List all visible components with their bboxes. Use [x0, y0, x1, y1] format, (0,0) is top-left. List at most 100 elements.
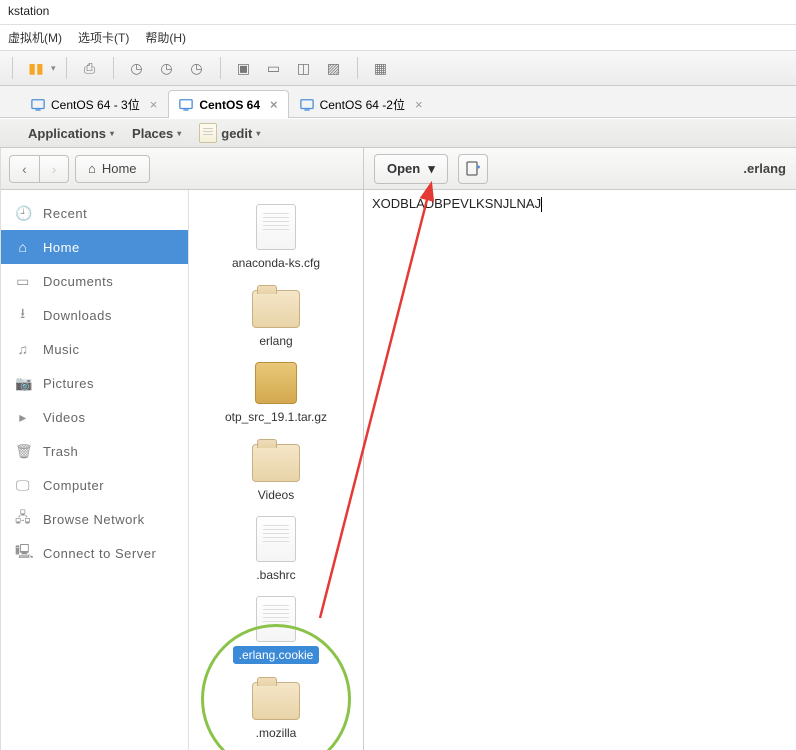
- nautilus-toolbar: ‹ › ⌂ Home: [1, 148, 363, 190]
- sidebar-icon: 🖵: [15, 477, 31, 494]
- editor-content[interactable]: XODBLADBPEVLKSNJLNAJ: [364, 190, 796, 750]
- sidebar-icon: ▭: [15, 273, 31, 290]
- file-item[interactable]: .bashrc: [250, 516, 301, 584]
- file-label: anaconda-ks.cfg: [226, 254, 326, 272]
- tab-centos-active[interactable]: CentOS 64 ×: [168, 90, 288, 118]
- file-label: erlang: [253, 332, 298, 350]
- library-icon[interactable]: ▦: [368, 55, 394, 81]
- vm-menu-bar: 虚拟机(M) 选项卡(T) 帮助(H): [0, 24, 796, 50]
- open-label: Open: [387, 161, 420, 176]
- sidebar-icon: 🖧: [15, 507, 31, 531]
- sidebar-item-videos[interactable]: ▸ Videos: [1, 400, 188, 434]
- places-menu[interactable]: Places▾: [132, 126, 181, 141]
- gnome-top-bar: Applications▾ Places▾ gedit▾: [0, 118, 796, 148]
- clock-settings-icon[interactable]: ◷: [184, 55, 210, 81]
- sidebar-item-computer[interactable]: 🖵 Computer: [1, 468, 188, 502]
- home-icon: ⌂: [88, 161, 96, 176]
- sidebar-item-label: Home: [43, 240, 80, 255]
- folder-icon: [252, 290, 300, 328]
- vm-icon: [300, 98, 314, 112]
- menu-vm[interactable]: 虚拟机(M): [8, 29, 62, 46]
- sidebar-item-label: Trash: [43, 444, 78, 459]
- sidebar-item-label: Computer: [43, 478, 104, 493]
- tab-label: CentOS 64: [199, 98, 260, 112]
- sidebar-item-label: Music: [43, 342, 79, 357]
- fit-window-icon[interactable]: ▣: [231, 55, 257, 81]
- sidebar-item-label: Documents: [43, 274, 113, 289]
- sidebar-icon: ▸: [15, 409, 31, 426]
- close-icon[interactable]: ×: [270, 97, 278, 112]
- document-icon: [256, 596, 296, 642]
- snapshot-icon[interactable]: ⎙: [77, 55, 103, 81]
- file-label: .mozilla: [250, 724, 303, 742]
- sidebar-icon: 🖳: [15, 541, 31, 565]
- sidebar-item-trash[interactable]: 🗑 Trash: [1, 434, 188, 468]
- sidebar-item-label: Pictures: [43, 376, 94, 391]
- file-grid[interactable]: anaconda-ks.cfg erlang otp_src_19.1.tar.gz…: [189, 190, 363, 750]
- file-label: Videos: [252, 486, 300, 504]
- vm-toolbar: ▮▮▾ ⎙ ◷ ◷ ◷ ▣ ▭ ◫ ▨ ▦: [0, 50, 796, 86]
- file-label: .bashrc: [250, 566, 301, 584]
- sidebar-item-music[interactable]: ♫ Music: [1, 332, 188, 366]
- clock2-icon[interactable]: ◷: [154, 55, 180, 81]
- file-item[interactable]: .erlang.cookie: [233, 596, 320, 664]
- sidebar-icon: 🕘: [15, 205, 31, 222]
- pause-icon[interactable]: ▮▮: [23, 55, 49, 81]
- close-icon[interactable]: ×: [415, 97, 423, 112]
- folder-icon: [252, 444, 300, 482]
- folder-icon: [252, 682, 300, 720]
- vm-icon: [179, 98, 193, 112]
- sidebar-icon: ⭳: [15, 303, 31, 327]
- forward-button[interactable]: ›: [39, 155, 69, 183]
- vm-icon: [31, 98, 45, 112]
- gedit-window: Open ▾ .erlang XODBLADBPEVLKSNJLNAJ: [364, 148, 796, 750]
- sidebar-item-label: Connect to Server: [43, 546, 156, 561]
- path-home-button[interactable]: ⌂ Home: [75, 155, 150, 183]
- view-icon[interactable]: ▨: [321, 55, 347, 81]
- window-title: kstation: [0, 0, 796, 24]
- file-item[interactable]: otp_src_19.1.tar.gz: [219, 362, 333, 426]
- sidebar-icon: 🗑: [15, 443, 31, 460]
- file-item[interactable]: .mozilla: [250, 676, 303, 742]
- sidebar-item-label: Browse Network: [43, 512, 145, 527]
- unity-icon[interactable]: ◫: [291, 55, 317, 81]
- sidebar-item-recent[interactable]: 🕘 Recent: [1, 196, 188, 230]
- new-doc-button[interactable]: [458, 154, 488, 184]
- vm-tabs: CentOS 64 - 3位 × CentOS 64 × CentOS 64 -…: [0, 86, 796, 118]
- applications-menu[interactable]: Applications▾: [28, 126, 114, 141]
- sidebar-item-pictures[interactable]: 📷Pictures: [1, 366, 188, 400]
- tab-centos-2[interactable]: CentOS 64 -2位 ×: [289, 90, 434, 118]
- sidebar-item-label: Recent: [43, 206, 87, 221]
- sidebar-icon: ♫: [15, 341, 31, 357]
- sidebar-item-label: Videos: [43, 410, 86, 425]
- file-item[interactable]: Videos: [252, 438, 300, 504]
- fullscreen-icon[interactable]: ▭: [261, 55, 287, 81]
- gedit-app-menu[interactable]: gedit▾: [199, 123, 260, 143]
- file-manager-window: ‹ › ⌂ Home 🕘Recent⌂Home▭Documents⭳Downlo…: [1, 148, 364, 750]
- chevron-down-icon: ▾: [428, 161, 435, 177]
- gedit-icon: [199, 123, 217, 143]
- tab-centos-3[interactable]: CentOS 64 - 3位 ×: [20, 90, 168, 118]
- home-label: Home: [102, 161, 137, 176]
- back-button[interactable]: ‹: [9, 155, 39, 183]
- file-item[interactable]: erlang: [252, 284, 300, 350]
- sidebar-item-documents[interactable]: ▭ Documents: [1, 264, 188, 298]
- sidebar-item-home[interactable]: ⌂Home: [1, 230, 188, 264]
- file-item[interactable]: anaconda-ks.cfg: [226, 204, 326, 272]
- menu-help[interactable]: 帮助(H): [145, 29, 186, 46]
- clock1-icon[interactable]: ◷: [124, 55, 150, 81]
- document-icon: [256, 516, 296, 562]
- sidebar-item-downloads[interactable]: ⭳ Downloads: [1, 298, 188, 332]
- gedit-filename: .erlang: [743, 161, 786, 176]
- tab-label: CentOS 64 -2位: [320, 96, 405, 113]
- sidebar-item-label: Downloads: [43, 308, 112, 323]
- archive-icon: [255, 362, 297, 404]
- sidebar-item-browse-network[interactable]: 🖧 Browse Network: [1, 502, 188, 536]
- document-icon: [256, 204, 296, 250]
- gedit-toolbar: Open ▾ .erlang: [364, 148, 796, 190]
- sidebar-item-connect-to-server[interactable]: 🖳 Connect to Server: [1, 536, 188, 570]
- close-icon[interactable]: ×: [150, 97, 158, 112]
- menu-tabs[interactable]: 选项卡(T): [78, 29, 129, 46]
- file-label: otp_src_19.1.tar.gz: [219, 408, 333, 426]
- open-button[interactable]: Open ▾: [374, 154, 448, 184]
